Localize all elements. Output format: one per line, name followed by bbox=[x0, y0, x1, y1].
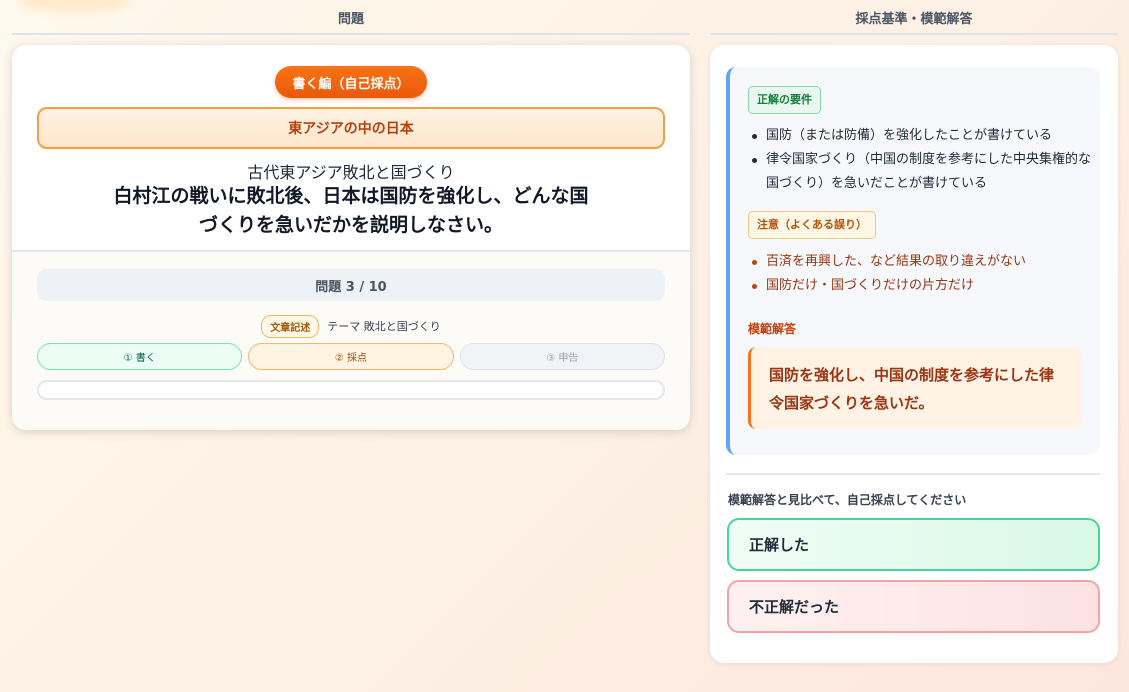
question-footer: 問題 3 / 10 文章記述 テーマ 敗北と国づくり ① 書く ② 採点 ③ 申… bbox=[12, 252, 690, 430]
step-indicator: ① 書く ② 採点 ③ 申告 bbox=[37, 343, 665, 370]
caution-item: 百済を再興した、など結果の取り違えがない bbox=[748, 250, 1093, 274]
model-answer: 国防を強化し、中国の制度を参考にした律令国家づくりを急いだ。 bbox=[748, 347, 1082, 429]
unit-title: 東アジアの中の日本 bbox=[37, 107, 665, 149]
left-column-header: 問題 bbox=[337, 12, 364, 27]
criteria-box: 正解の要件 国防（または防備）を強化したことが書けている 律令国家づくり（中国の… bbox=[726, 67, 1100, 455]
cautions-list: 百済を再興した、など結果の取り違えがない 国防だけ・国づくりだけの片方だけ bbox=[748, 250, 1093, 298]
left-column-rule bbox=[12, 33, 690, 35]
question-meta: 文章記述 テーマ 敗北と国づくり bbox=[12, 314, 690, 338]
question-theme: テーマ 敗北と国づくり bbox=[327, 320, 441, 333]
mode-pill: 書く編（自己採点） bbox=[275, 66, 427, 98]
step-report[interactable]: ③ 申告 bbox=[459, 343, 665, 370]
question-subtitle: 古代東アジア敗北と国づくり bbox=[247, 163, 455, 182]
grading-panel: 正解の要件 国防（または防備）を強化したことが書けている 律令国家づくり（中国の… bbox=[710, 45, 1118, 663]
mark-correct-button[interactable]: 正解した bbox=[727, 518, 1100, 571]
caution-item: 国防だけ・国づくりだけの片方だけ bbox=[748, 274, 1093, 298]
cautions-tag: 注意（よくある誤り） bbox=[748, 211, 876, 239]
grading-divider bbox=[726, 473, 1100, 475]
model-answer-label: 模範解答 bbox=[748, 322, 797, 336]
step-grade[interactable]: ② 採点 bbox=[248, 343, 454, 370]
question-progress: 問題 3 / 10 bbox=[37, 269, 665, 301]
requirements-list: 国防（または防備）を強化したことが書けている 律令国家づくり（中国の制度を参考に… bbox=[748, 124, 1093, 196]
question-header: 書く編（自己採点） 東アジアの中の日本 古代東アジア敗北と国づくり 白村江の戦い… bbox=[12, 45, 690, 250]
answer-input[interactable] bbox=[37, 380, 665, 400]
question-card: 書く編（自己採点） 東アジアの中の日本 古代東アジア敗北と国づくり 白村江の戦い… bbox=[12, 45, 690, 430]
step-write[interactable]: ① 書く bbox=[37, 343, 243, 370]
requirements-tag: 正解の要件 bbox=[748, 86, 821, 114]
mark-wrong-button[interactable]: 不正解だった bbox=[727, 580, 1100, 633]
question-type-badge: 文章記述 bbox=[261, 314, 320, 338]
requirement-item: 律令国家づくり（中国の制度を参考にした中央集権的な国づくり）を急いだことが書けて… bbox=[748, 148, 1093, 196]
right-column-header: 採点基準・模範解答 bbox=[855, 12, 973, 27]
question-text: 白村江の戦いに敗北後、日本は国防を強化し、どんな国づくりを急いだかを説明しなさい… bbox=[113, 185, 589, 236]
grading-instruction: 模範解答と見比べて、自己採点してください bbox=[728, 493, 967, 507]
requirement-item: 国防（または防備）を強化したことが書けている bbox=[748, 124, 1093, 148]
right-column-rule bbox=[710, 33, 1118, 35]
